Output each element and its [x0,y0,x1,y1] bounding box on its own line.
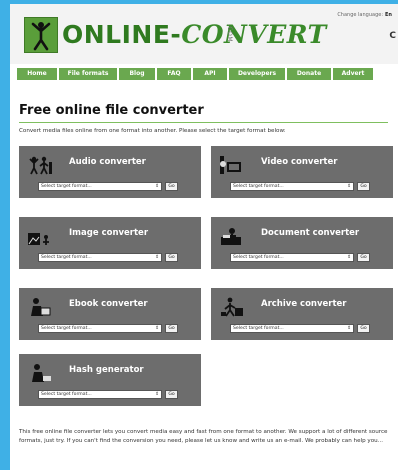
site-header: ONLINE-CONVERT .COM Change language: En C [10,4,398,64]
select-placeholder: Select target format... [41,392,92,397]
target-format-select[interactable]: Select target format... ⇕ [230,182,354,191]
go-button[interactable]: Go [165,182,178,191]
converter-label: Video converter [261,157,338,167]
converter-card-hash: Hash generator Select target format... ⇕ … [19,354,201,406]
select-arrow-icon: ⇕ [347,326,351,331]
target-format-select[interactable]: Select target format... ⇕ [38,390,162,399]
main-nav: Home File formats Blog FAQ API Developer… [10,68,398,80]
archive-icon [219,296,245,318]
go-button[interactable]: Go [165,253,178,262]
select-placeholder: Select target format... [41,184,92,189]
select-arrow-icon: ⇕ [347,184,351,189]
audio-icon [27,154,53,176]
logo-com-suffix: .COM [226,24,233,42]
converter-label: Audio converter [69,157,146,167]
site-logo[interactable]: ONLINE-CONVERT [62,22,327,47]
select-arrow-icon: ⇕ [155,392,159,397]
nav-api[interactable]: API [193,68,227,80]
go-button[interactable]: Go [165,324,178,333]
language-switcher[interactable]: Change language: En [337,12,392,18]
select-placeholder: Select target format... [233,184,284,189]
target-format-select[interactable]: Select target format... ⇕ [38,324,162,333]
page: ONLINE-CONVERT .COM Change language: En C… [10,4,398,470]
select-placeholder: Select target format... [233,255,284,260]
logo-dash: - [170,20,182,49]
image-icon [27,225,53,247]
hash-icon [27,362,53,384]
ebook-icon [27,296,53,318]
intro-text: Convert media files online from one form… [19,128,286,134]
select-placeholder: Select target format... [41,255,92,260]
logo-convert-text: CONVERT [181,20,327,49]
converter-label: Ebook converter [69,299,148,309]
document-icon [219,225,245,247]
header-cutoff-text: C [389,31,396,41]
go-button[interactable]: Go [357,182,370,191]
target-format-select[interactable]: Select target format... ⇕ [230,253,354,262]
logo-figure-icon[interactable] [24,17,58,53]
nav-file-formats[interactable]: File formats [59,68,117,80]
converter-card-ebook: Ebook converter Select target format... ⇕… [19,288,201,340]
logo-online-text: ONLINE [62,20,171,49]
converter-card-archive: Archive converter Select target format..… [211,288,393,340]
converter-label: Document converter [261,228,360,238]
converter-label: Archive converter [261,299,347,309]
go-button[interactable]: Go [357,253,370,262]
footer-description: This free online file converter lets you… [19,429,388,444]
target-format-select[interactable]: Select target format... ⇕ [38,253,162,262]
go-button[interactable]: Go [357,324,370,333]
target-format-select[interactable]: Select target format... ⇕ [230,324,354,333]
page-title: Free online file converter [19,103,204,118]
nav-donate[interactable]: Donate [287,68,331,80]
nav-advert[interactable]: Advert [333,68,373,80]
converter-label: Image converter [69,228,149,238]
select-arrow-icon: ⇕ [155,184,159,189]
nav-home[interactable]: Home [17,68,57,80]
select-arrow-icon: ⇕ [155,255,159,260]
nav-faq[interactable]: FAQ [157,68,191,80]
target-format-select[interactable]: Select target format... ⇕ [38,182,162,191]
converter-card-document: Document converter Select target format.… [211,217,393,269]
select-arrow-icon: ⇕ [155,326,159,331]
select-placeholder: Select target format... [41,326,92,331]
converter-card-image: Image converter Select target format... ⇕… [19,217,201,269]
converter-label: Hash generator [69,365,144,375]
title-divider [19,122,388,123]
nav-blog[interactable]: Blog [119,68,155,80]
go-button[interactable]: Go [165,390,178,399]
select-arrow-icon: ⇕ [347,255,351,260]
video-icon [219,154,245,176]
language-value[interactable]: En [385,12,392,18]
converter-card-video: Video converter Select target format... ⇕… [211,146,393,198]
select-placeholder: Select target format... [233,326,284,331]
nav-developers[interactable]: Developers [229,68,285,80]
converter-card-audio: Audio converter Select target format... ⇕… [19,146,201,198]
language-label: Change language: [337,12,384,18]
